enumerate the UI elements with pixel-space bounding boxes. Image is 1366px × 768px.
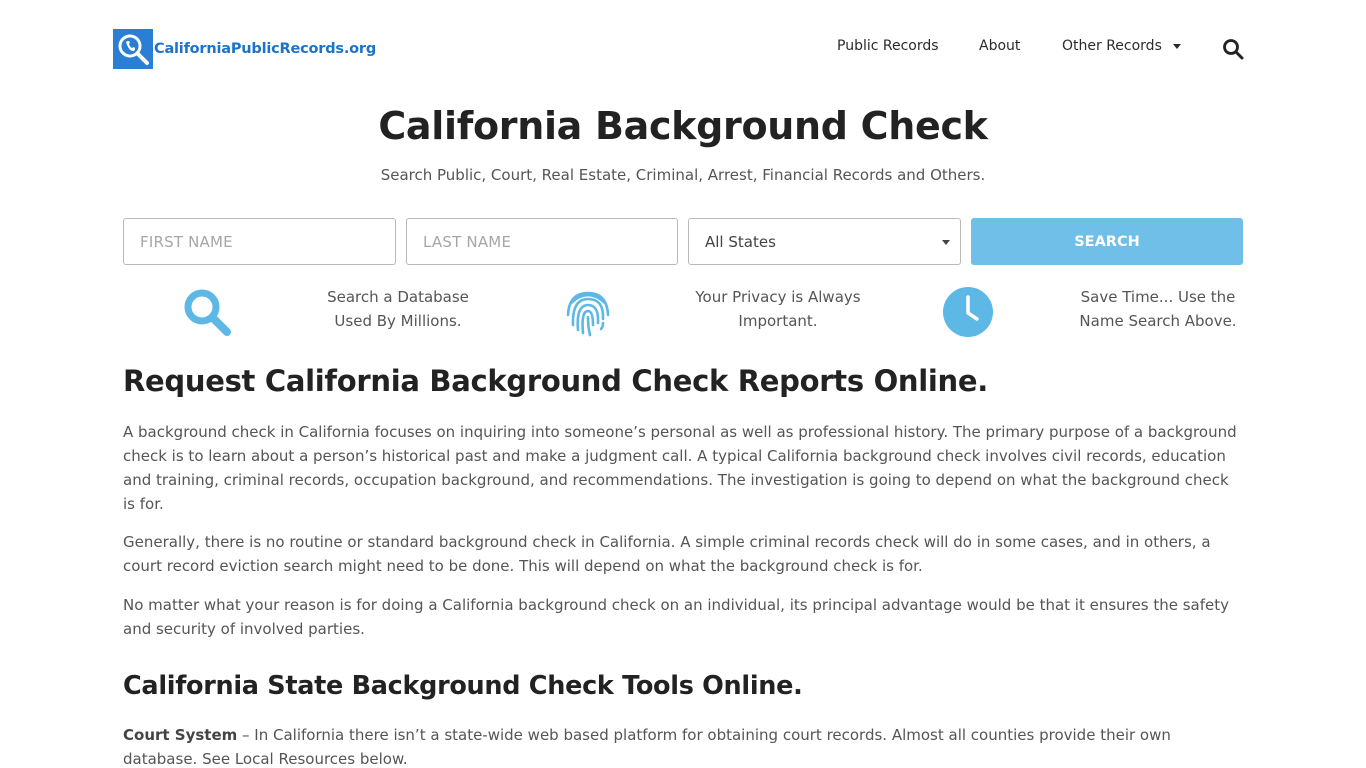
caret-down-icon	[942, 240, 950, 245]
magnifier-icon	[184, 289, 231, 336]
page-title: California Background Check	[378, 104, 988, 148]
feature-privacy-line2: Important.	[738, 312, 818, 330]
feature-save-time: Save Time... Use the Name Search Above.	[1038, 285, 1278, 333]
first-name-input[interactable]	[123, 218, 396, 265]
feature-privacy-line1: Your Privacy is Always	[695, 288, 861, 306]
nav-public-records[interactable]: Public Records	[837, 38, 939, 54]
paragraph-standard: Generally, there is no routine or standa…	[123, 533, 1211, 575]
clock-icon	[943, 287, 993, 337]
paragraph-intro: A background check in California focuses…	[123, 423, 1237, 513]
court-system-label: Court System	[123, 726, 238, 744]
feature-database-line2: Used By Millions.	[334, 312, 462, 330]
site-logo[interactable]: CaliforniaPublicRecords.org	[113, 29, 376, 69]
last-name-input[interactable]	[406, 218, 678, 265]
feature-database-line1: Search a Database	[327, 288, 469, 306]
page-subtitle: Search Public, Court, Real Estate, Crimi…	[380, 166, 986, 184]
feature-save-time-line2: Name Search Above.	[1079, 312, 1237, 330]
logo-text: CaliforniaPublicRecords.org	[154, 41, 377, 57]
search-icon[interactable]	[1222, 38, 1244, 60]
feature-database: Search a Database Used By Millions.	[278, 285, 518, 333]
state-select-value: All States	[705, 232, 776, 251]
nav-about[interactable]: About	[979, 38, 1020, 54]
search-button[interactable]: SEARCH	[971, 218, 1243, 265]
nav-other-records-label: Other Records	[1062, 38, 1162, 54]
section-heading-reports: Request California Background Check Repo…	[123, 364, 988, 398]
logo-search-icon	[113, 29, 153, 69]
fingerprint-icon	[566, 291, 610, 337]
section-heading-tools: California State Background Check Tools …	[123, 671, 803, 701]
nav-other-records[interactable]: Other Records	[1062, 38, 1181, 54]
feature-save-time-line1: Save Time... Use the	[1080, 288, 1236, 306]
court-system-text: – In California there isn’t a state-wide…	[123, 726, 1171, 768]
state-select[interactable]: All States	[688, 218, 961, 265]
paragraph-court-system: Court System – In California there isn’t…	[123, 723, 1245, 768]
chevron-down-icon	[1172, 44, 1181, 49]
paragraph-advantage: No matter what your reason is for doing …	[123, 596, 1229, 638]
site-header: CaliforniaPublicRecords.org Public Recor…	[0, 0, 1366, 100]
feature-privacy: Your Privacy is Always Important.	[658, 285, 898, 333]
